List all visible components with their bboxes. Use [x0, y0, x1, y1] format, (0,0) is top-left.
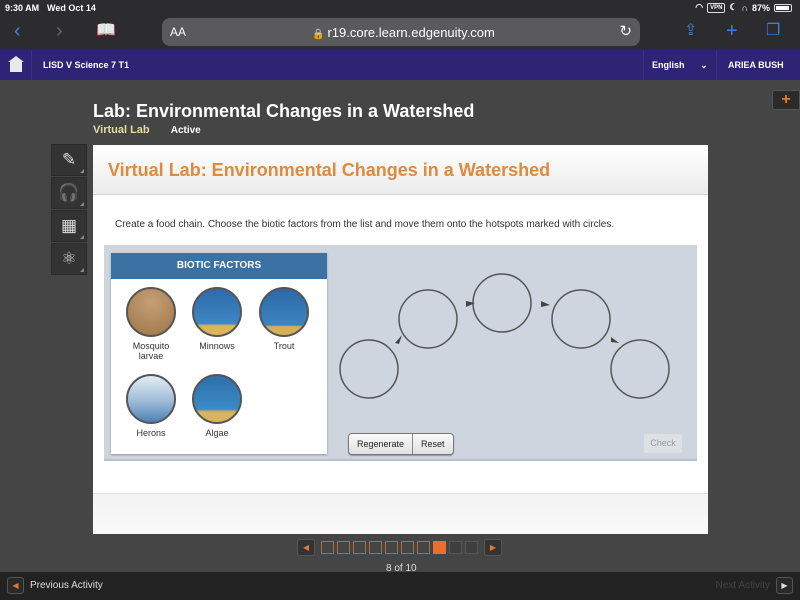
- pencil-icon: ✎: [61, 150, 77, 169]
- pager-next-button[interactable]: ▶: [484, 539, 502, 556]
- hotspot-3[interactable]: [472, 273, 532, 333]
- reload-icon[interactable]: ↻: [619, 22, 632, 40]
- vpn-badge: VPN: [707, 2, 726, 13]
- caret-left-icon: ◀: [7, 577, 24, 594]
- pager-prev-button[interactable]: ◀: [297, 539, 315, 556]
- forward-icon[interactable]: ›: [56, 20, 63, 42]
- new-tab-icon[interactable]: +: [726, 20, 738, 42]
- lab-workspace: BIOTIC FACTORS Mosquito larvae Minnows T…: [104, 245, 697, 461]
- ios-status-bar: 9:30 AM Wed Oct 14 ◠ VPN ☾ ∩ 87%: [0, 0, 800, 16]
- arrow-icon: [611, 337, 619, 343]
- hotspot-5[interactable]: [610, 339, 670, 399]
- status-date: Wed Oct 14: [47, 3, 96, 13]
- headphones-icon: 🎧: [58, 183, 80, 202]
- hotspot-1[interactable]: [339, 339, 399, 399]
- browser-toolbar: ‹ › 📖 AA 🔒 r19.core.learn.edgenuity.com ↻…: [0, 16, 800, 50]
- bookmarks-icon[interactable]: 📖: [96, 20, 116, 42]
- status-time: 9:30 AM: [5, 3, 40, 13]
- lab-footer: [93, 493, 708, 534]
- calculator-tool[interactable]: ▦: [51, 210, 87, 242]
- check-button[interactable]: Check: [644, 434, 682, 453]
- science-tool[interactable]: ⚛: [51, 243, 87, 275]
- share-icon[interactable]: ⇪: [684, 20, 697, 42]
- food-chain-diagram: [339, 273, 670, 399]
- home-icon: [7, 55, 24, 72]
- lab-title: Virtual Lab: Environmental Changes in a …: [108, 160, 551, 180]
- tool-sidebar: ✎ 🎧 ▦ ⚛: [51, 144, 87, 276]
- plus-button[interactable]: +: [772, 90, 800, 110]
- headphones-status-icon: ∩: [741, 2, 748, 13]
- pager-page-9[interactable]: [449, 541, 462, 554]
- top-nav: LISD V Science 7 T1 English ⌄ ARIEA BUSH: [0, 50, 800, 80]
- bottom-bar: ◀ Previous Activity Next Activity ▶: [0, 572, 800, 600]
- reset-button[interactable]: Reset: [412, 434, 453, 454]
- activity-pager: ◀ ▶: [297, 539, 502, 556]
- text-size-button[interactable]: AA: [170, 25, 186, 39]
- regenerate-button[interactable]: Regenerate: [349, 434, 413, 454]
- activity-status: Active: [170, 125, 201, 136]
- next-activity-button[interactable]: Next Activity ▶: [716, 577, 793, 594]
- language-select[interactable]: English ⌄: [643, 50, 717, 80]
- calculator-icon: ▦: [60, 216, 78, 235]
- course-title: LISD V Science 7 T1: [43, 60, 130, 70]
- page-title: Lab: Environmental Changes in a Watershe…: [93, 101, 475, 121]
- previous-activity-label: Previous Activity: [30, 580, 103, 591]
- pager-page-10[interactable]: [465, 541, 478, 554]
- battery-percent: 87%: [751, 2, 770, 13]
- previous-activity-button[interactable]: ◀ Previous Activity: [7, 577, 103, 594]
- hotspot-4[interactable]: [551, 289, 611, 349]
- address-bar[interactable]: AA 🔒 r19.core.learn.edgenuity.com ↻: [162, 18, 640, 46]
- tabs-icon[interactable]: ❐: [766, 20, 780, 42]
- pager-page-3[interactable]: [353, 541, 366, 554]
- home-button[interactable]: [0, 50, 32, 80]
- pager-page-7[interactable]: [417, 541, 430, 554]
- language-label: English: [652, 60, 685, 70]
- lab-instructions: Create a food chain. Choose the biotic f…: [115, 219, 615, 230]
- url-text: r19.core.learn.edgenuity.com: [327, 25, 495, 40]
- user-name[interactable]: ARIEA BUSH: [728, 60, 784, 70]
- pager-page-1[interactable]: [321, 541, 334, 554]
- pencil-tool[interactable]: ✎: [51, 144, 87, 176]
- caret-right-icon: ▶: [776, 577, 793, 594]
- activity-type: Virtual Lab: [93, 124, 150, 136]
- battery-icon: [774, 3, 792, 12]
- pager-page-2[interactable]: [337, 541, 350, 554]
- audio-tool[interactable]: 🎧: [51, 177, 87, 209]
- hotspot-2[interactable]: [398, 289, 458, 349]
- arrow-icon: [541, 301, 550, 307]
- chevron-down-icon: ⌄: [700, 60, 708, 70]
- lock-icon: 🔒: [312, 29, 325, 40]
- pager-page-8[interactable]: [433, 541, 446, 554]
- next-activity-label: Next Activity: [715, 580, 770, 591]
- wifi-icon: ◠: [695, 2, 704, 12]
- moon-icon: ☾: [729, 2, 738, 12]
- lab-panel: Virtual Lab: Environmental Changes in a …: [93, 145, 708, 534]
- pager-page-4[interactable]: [369, 541, 382, 554]
- atom-icon: ⚛: [61, 249, 77, 268]
- back-icon[interactable]: ‹: [14, 20, 21, 42]
- pager-page-5[interactable]: [385, 541, 398, 554]
- arrow-icon: [395, 335, 402, 344]
- pager-page-6[interactable]: [401, 541, 414, 554]
